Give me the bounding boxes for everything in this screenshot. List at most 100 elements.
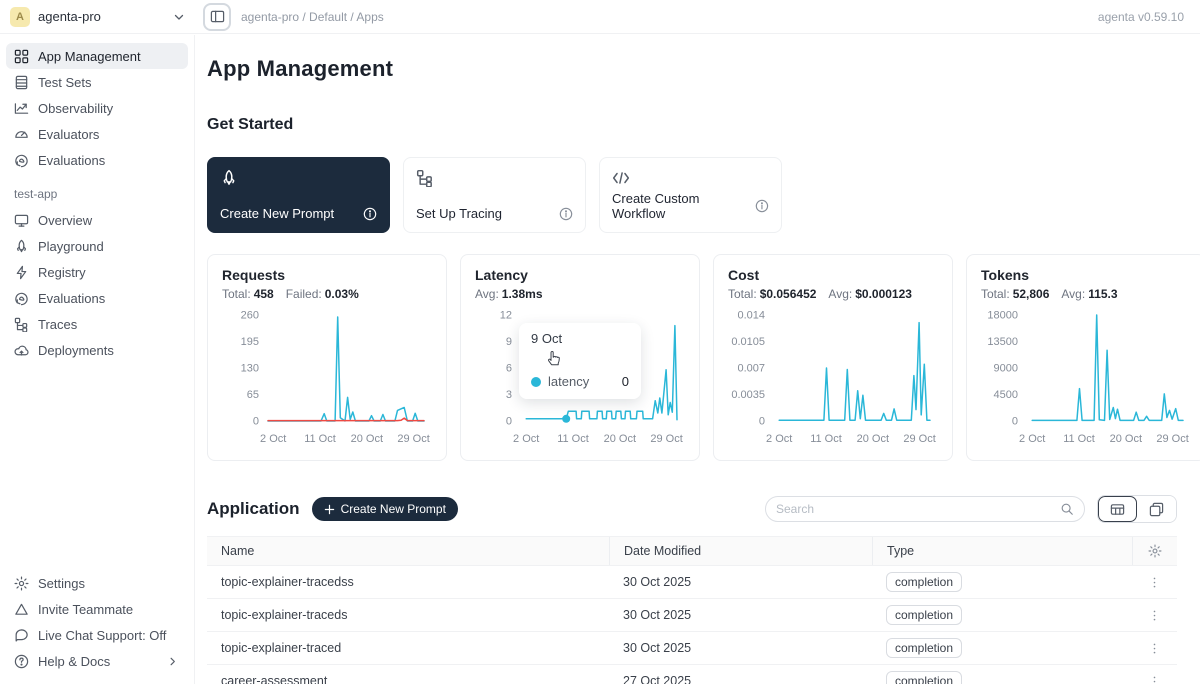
sidebar-item-test-sets[interactable]: Test Sets xyxy=(6,69,188,95)
svg-text:6: 6 xyxy=(506,363,512,375)
svg-text:13500: 13500 xyxy=(987,336,1018,348)
sidebar-item-label: Traces xyxy=(38,317,77,332)
set-up-tracing-card[interactable]: Set Up Tracing xyxy=(403,157,586,233)
breadcrumb[interactable]: agenta-pro / Default / Apps xyxy=(241,10,1098,24)
app-name-cell[interactable]: topic-explainer-tracedss xyxy=(207,575,609,589)
svg-text:2 Oct: 2 Oct xyxy=(260,433,286,445)
chat-icon xyxy=(14,628,29,643)
chart-tooltip: 9 Oct latency 0 xyxy=(519,323,641,399)
sidebar-item-overview[interactable]: Overview xyxy=(6,207,188,233)
sidebar-item-help-docs[interactable]: Help & Docs xyxy=(6,648,188,674)
table-row[interactable]: topic-explainer-traceds30 Oct 2025 comple… xyxy=(207,599,1177,632)
table-body: topic-explainer-tracedss 30 Oct 2025 compl… xyxy=(207,566,1177,684)
table-view-button[interactable] xyxy=(1098,496,1137,522)
table-row[interactable]: topic-explainer-traced30 Oct 2025complet… xyxy=(207,632,1177,665)
svg-text:4500: 4500 xyxy=(994,389,1018,401)
create-button-label: Create New Prompt xyxy=(341,502,446,516)
search-icon[interactable] xyxy=(1060,502,1074,516)
sidebar-item-registry[interactable]: Registry xyxy=(6,259,188,285)
svg-text:11 Oct: 11 Oct xyxy=(1063,433,1095,445)
row-actions-button[interactable] xyxy=(1132,642,1177,655)
chart-title: Cost xyxy=(728,267,938,283)
get-started-heading: Get Started xyxy=(207,116,1177,134)
column-header-date-modified[interactable]: Date Modified xyxy=(609,537,872,565)
create-new-prompt-card[interactable]: Create New Prompt xyxy=(207,157,390,233)
tree-icon xyxy=(416,169,434,187)
cloud-icon xyxy=(14,343,29,358)
svg-text:65: 65 xyxy=(247,389,259,401)
svg-text:130: 130 xyxy=(241,363,259,375)
sidebar-item-evaluations-app[interactable]: Evaluations xyxy=(6,285,188,311)
app-name-cell[interactable]: career-assessment xyxy=(207,674,609,684)
info-icon[interactable] xyxy=(559,207,573,221)
code-icon xyxy=(612,169,630,187)
card-view-button[interactable] xyxy=(1137,496,1176,522)
svg-text:2 Oct: 2 Oct xyxy=(513,433,539,445)
column-settings[interactable] xyxy=(1132,537,1177,565)
cost-chart[interactable]: 00.00350.0070.01050.0142 Oct11 Oct20 Oct… xyxy=(728,305,938,453)
info-icon[interactable] xyxy=(363,207,377,221)
sidebar-item-observability[interactable]: Observability xyxy=(6,95,188,121)
tokens-chart[interactable]: 04500900013500180002 Oct11 Oct20 Oct29 O… xyxy=(981,305,1191,453)
sidebar-item-live-chat[interactable]: Live Chat Support: Off xyxy=(6,622,188,648)
table-row[interactable]: topic-explainer-tracedss30 Oct 2025compl… xyxy=(207,566,1177,599)
sidebar-item-app-management[interactable]: App Management xyxy=(6,43,188,69)
svg-text:2 Oct: 2 Oct xyxy=(766,433,792,445)
svg-text:0: 0 xyxy=(253,416,259,428)
sidebar-toggle-button[interactable] xyxy=(203,3,231,31)
row-actions-button[interactable] xyxy=(1132,576,1177,589)
tooltip-series-label: latency xyxy=(548,374,589,389)
main-content: App Management Get Started Create New Pr… xyxy=(195,35,1200,684)
sidebar-item-label: Test Sets xyxy=(38,75,91,90)
sidebar-item-invite-teammate[interactable]: Invite Teammate xyxy=(6,596,188,622)
type-badge: completion xyxy=(886,605,962,625)
chart-stat: Total:52,806 xyxy=(981,287,1049,301)
date-modified-cell: 27 Oct 2025 xyxy=(609,674,872,684)
svg-text:29 Oct: 29 Oct xyxy=(650,433,682,445)
workspace-selector[interactable]: A agenta-pro xyxy=(0,7,195,27)
kebab-menu-icon xyxy=(1148,675,1161,684)
row-actions-button[interactable] xyxy=(1132,675,1177,684)
monitor-icon xyxy=(14,213,29,228)
sidebar-item-label: Live Chat Support: Off xyxy=(38,628,166,643)
date-modified-cell: 30 Oct 2025 xyxy=(609,608,872,622)
sidebar-item-deployments[interactable]: Deployments xyxy=(6,337,188,363)
tooltip-value: 0 xyxy=(622,374,629,389)
sidebar-item-settings[interactable]: Settings xyxy=(6,570,188,596)
card-label: Create New Prompt xyxy=(220,206,334,221)
info-icon[interactable] xyxy=(755,199,769,213)
card-label: Create Custom Workflow xyxy=(612,191,755,221)
chart-title: Latency xyxy=(475,267,685,283)
requests-chart-card: Requests Total:458Failed:0.03% 065130195… xyxy=(207,254,447,461)
get-started-cards: Create New Prompt Set Up Tracing Create … xyxy=(207,157,1177,233)
sidebar-item-evaluators[interactable]: Evaluators xyxy=(6,121,188,147)
svg-text:29 Oct: 29 Oct xyxy=(1156,433,1188,445)
svg-text:11 Oct: 11 Oct xyxy=(557,433,589,445)
create-new-prompt-button[interactable]: Create New Prompt xyxy=(312,497,458,521)
chart-stat: Avg:1.38ms xyxy=(475,287,543,301)
help-icon xyxy=(14,654,29,669)
sidebar-item-playground[interactable]: Playground xyxy=(6,233,188,259)
table-row[interactable]: career-assessment27 Oct 2025completion xyxy=(207,665,1177,684)
app-name-cell[interactable]: topic-explainer-traced xyxy=(207,641,609,655)
search-input[interactable] xyxy=(776,502,1052,516)
sidebar-item-traces[interactable]: Traces xyxy=(6,311,188,337)
app-name-cell[interactable]: topic-explainer-traceds xyxy=(207,608,609,622)
tooltip-date: 9 Oct xyxy=(531,331,629,346)
svg-text:11 Oct: 11 Oct xyxy=(304,433,336,445)
requests-chart[interactable]: 0651301952602 Oct11 Oct20 Oct29 Oct xyxy=(222,305,432,453)
column-header-name[interactable]: Name xyxy=(207,537,609,565)
svg-text:260: 260 xyxy=(241,310,259,322)
triangle-icon xyxy=(14,602,29,617)
chevron-right-icon xyxy=(165,656,180,667)
sidebar-item-label: App Management xyxy=(38,49,141,64)
row-actions-button[interactable] xyxy=(1132,609,1177,622)
sidebar-item-evaluations[interactable]: Evaluations xyxy=(6,147,188,173)
applications-table: Name Date Modified Type topic-explainer-… xyxy=(207,536,1177,684)
create-custom-workflow-card[interactable]: Create Custom Workflow xyxy=(599,157,782,233)
sidebar: App Management Test Sets Observability E… xyxy=(0,35,195,684)
date-modified-cell: 30 Oct 2025 xyxy=(609,641,872,655)
column-header-type[interactable]: Type xyxy=(872,537,1132,565)
tooltip-series-row: latency 0 xyxy=(531,374,629,389)
svg-text:20 Oct: 20 Oct xyxy=(1110,433,1142,445)
